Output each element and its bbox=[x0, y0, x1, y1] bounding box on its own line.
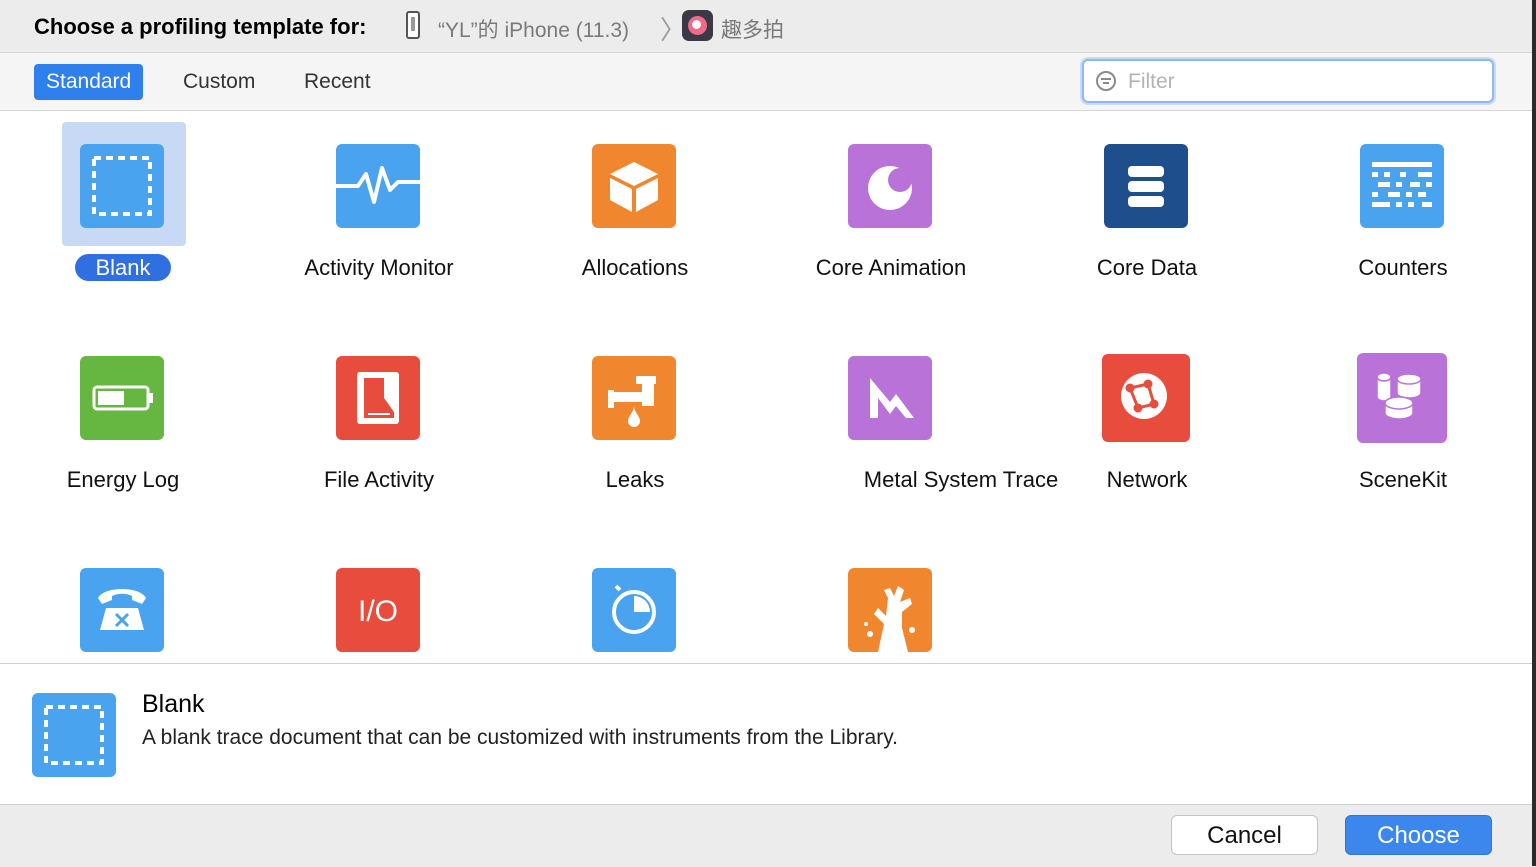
metal-system-trace-icon bbox=[848, 356, 932, 440]
template-time-profiler[interactable] bbox=[512, 535, 768, 662]
template-network[interactable]: Network bbox=[1024, 323, 1280, 535]
filter-field[interactable] bbox=[1082, 59, 1494, 103]
iphone-device-icon bbox=[406, 11, 420, 39]
template-label: Network bbox=[1106, 467, 1188, 492]
template-label: Core Animation bbox=[815, 255, 967, 280]
time-profiler-icon bbox=[592, 568, 676, 652]
template-io[interactable]: I/O bbox=[256, 535, 512, 662]
tab-recent[interactable]: Recent bbox=[292, 64, 383, 100]
template-label: Allocations bbox=[581, 255, 689, 280]
template-file-activity[interactable]: File Activity bbox=[256, 323, 512, 535]
template-label: SceneKit bbox=[1358, 467, 1448, 492]
description-text: A blank trace document that can be custo… bbox=[142, 726, 898, 749]
filter-icon bbox=[1096, 71, 1116, 91]
template-label: Blank bbox=[75, 254, 171, 281]
template-grid: Blank Activity Monitor Allocations Core … bbox=[0, 111, 1536, 662]
core-data-icon bbox=[1104, 144, 1188, 228]
template-label: Leaks bbox=[605, 467, 665, 492]
network-icon bbox=[1102, 354, 1190, 442]
target-app-name[interactable]: 趣多拍 bbox=[721, 14, 784, 44]
counters-icon bbox=[1360, 144, 1444, 228]
title-bar: Choose a profiling template for: “YL”的 i… bbox=[0, 0, 1536, 53]
zombies-icon bbox=[848, 568, 932, 652]
template-energy-log[interactable]: Energy Log bbox=[0, 323, 256, 535]
svg-text:I/O: I/O bbox=[358, 595, 398, 628]
blank-template-icon bbox=[32, 693, 116, 777]
description-title: Blank bbox=[142, 690, 205, 718]
dialog-footer: Cancel Choose bbox=[0, 804, 1536, 867]
template-counters[interactable]: Counters bbox=[1280, 111, 1536, 323]
template-label: Counters bbox=[1358, 255, 1448, 280]
blank-template-icon bbox=[80, 144, 164, 228]
template-blank[interactable]: Blank bbox=[0, 111, 256, 323]
template-metal-system-trace[interactable]: Metal System Trace bbox=[768, 323, 1058, 535]
template-tab-bar: Standard Custom Recent bbox=[0, 53, 1536, 111]
template-zombies[interactable] bbox=[768, 535, 1024, 662]
tab-standard[interactable]: Standard bbox=[34, 64, 144, 100]
file-activity-icon bbox=[336, 356, 420, 440]
template-label: Activity Monitor bbox=[304, 255, 454, 280]
template-system-usage[interactable] bbox=[0, 535, 256, 662]
window-edge bbox=[1532, 0, 1536, 866]
template-description-panel: Blank A blank trace document that can be… bbox=[0, 663, 1536, 805]
filter-input[interactable] bbox=[1126, 67, 1480, 97]
template-label: Core Data bbox=[1096, 255, 1198, 280]
template-core-data[interactable]: Core Data bbox=[1024, 111, 1280, 323]
choose-button[interactable]: Choose bbox=[1345, 815, 1492, 855]
tab-custom[interactable]: Custom bbox=[171, 64, 267, 100]
target-app-icon bbox=[682, 10, 713, 41]
cancel-button[interactable]: Cancel bbox=[1171, 815, 1318, 855]
template-scenekit[interactable]: SceneKit bbox=[1280, 323, 1536, 535]
system-usage-phone-icon bbox=[80, 568, 164, 652]
template-leaks[interactable]: Leaks bbox=[512, 323, 768, 535]
io-icon: I/O bbox=[336, 568, 420, 652]
template-activity-monitor[interactable]: Activity Monitor bbox=[256, 111, 512, 323]
template-label: Energy Log bbox=[66, 467, 180, 492]
core-animation-icon bbox=[848, 144, 932, 228]
activity-monitor-icon bbox=[336, 144, 420, 228]
leaks-faucet-icon bbox=[592, 356, 676, 440]
template-label: File Activity bbox=[323, 467, 435, 492]
template-core-animation[interactable]: Core Animation bbox=[768, 111, 1024, 323]
scenekit-icon bbox=[1357, 353, 1447, 443]
target-device-name[interactable]: “YL”的 iPhone (11.3) bbox=[438, 14, 629, 44]
energy-log-battery-icon bbox=[80, 356, 164, 440]
dialog-title: Choose a profiling template for: bbox=[34, 14, 367, 39]
template-allocations[interactable]: Allocations bbox=[512, 111, 768, 323]
allocations-cube-icon bbox=[592, 144, 676, 228]
